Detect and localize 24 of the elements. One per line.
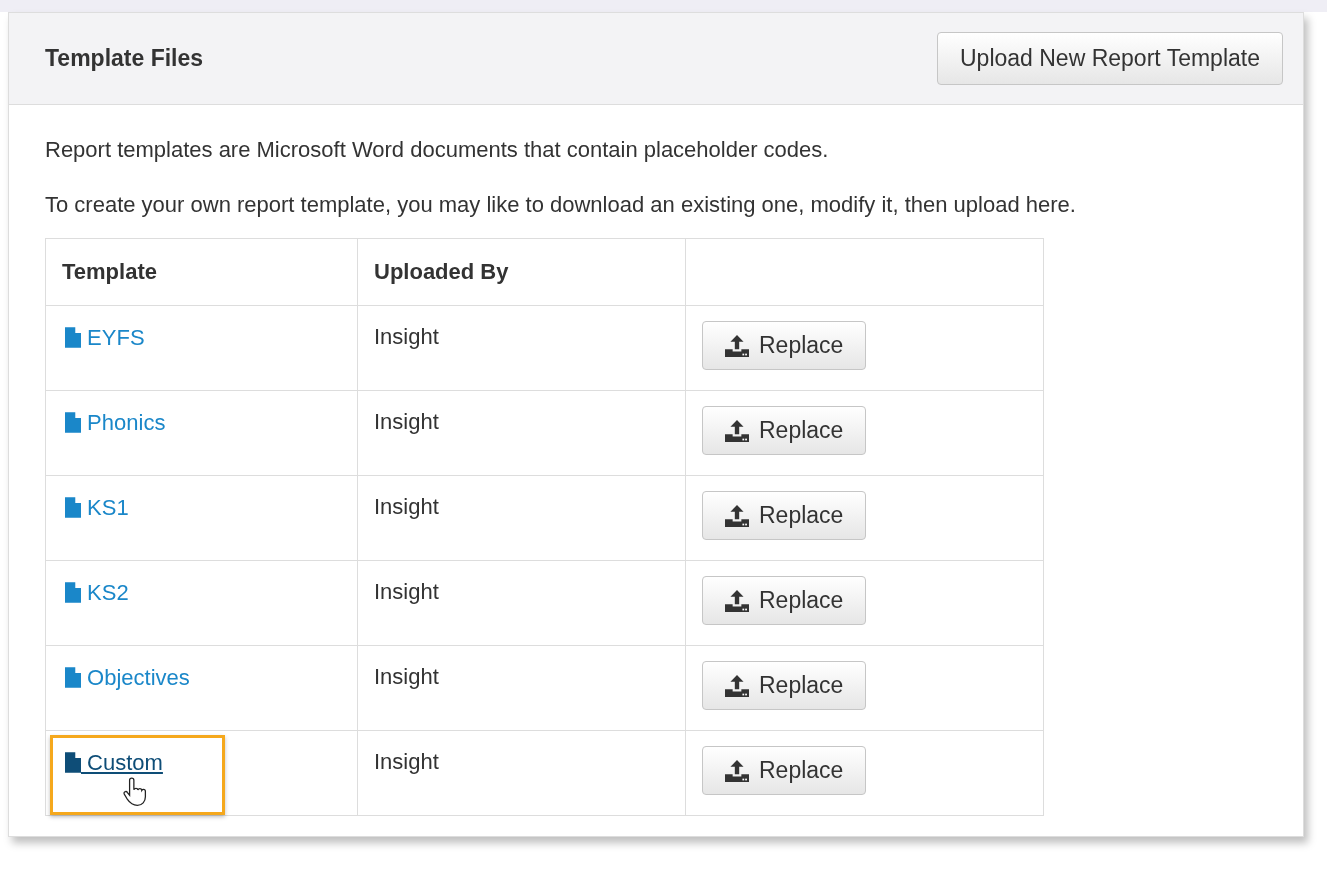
intro-text: Report templates are Microsoft Word documents that contain placeholder codes. bbox=[45, 136, 830, 164]
template-link[interactable]: KS2 bbox=[65, 580, 129, 606]
column-header: Uploaded By bbox=[357, 238, 686, 306]
replace-button[interactable]: Replace bbox=[702, 406, 867, 455]
table-cell: Insight bbox=[357, 645, 686, 731]
table-cell: Insight bbox=[357, 305, 686, 391]
table-cell: Insight bbox=[357, 475, 686, 561]
template-link[interactable]: Objectives bbox=[65, 665, 190, 691]
replace-button[interactable]: Replace bbox=[702, 746, 867, 795]
panel-title: Template Files bbox=[45, 45, 204, 72]
template-link[interactable]: KS1 bbox=[65, 495, 129, 521]
intro-text: To create your own report template, you may like to download an existing one, modify it, then upload here. bbox=[45, 191, 1077, 219]
template-link[interactable]: Phonics bbox=[65, 410, 166, 436]
replace-button[interactable]: Replace bbox=[702, 491, 867, 540]
replace-button[interactable]: Replace bbox=[702, 576, 867, 625]
template-link[interactable]: Custom bbox=[65, 750, 163, 776]
column-header: Template bbox=[45, 238, 358, 306]
template-link[interactable]: EYFS bbox=[65, 325, 145, 351]
replace-button[interactable]: Replace bbox=[702, 661, 867, 710]
table-cell: Insight bbox=[357, 560, 686, 646]
table-cell: Insight bbox=[357, 390, 686, 476]
upload-button[interactable]: Upload New Report Template bbox=[937, 32, 1283, 85]
table-cell: Insight bbox=[357, 730, 686, 816]
replace-button[interactable]: Replace bbox=[702, 321, 867, 370]
